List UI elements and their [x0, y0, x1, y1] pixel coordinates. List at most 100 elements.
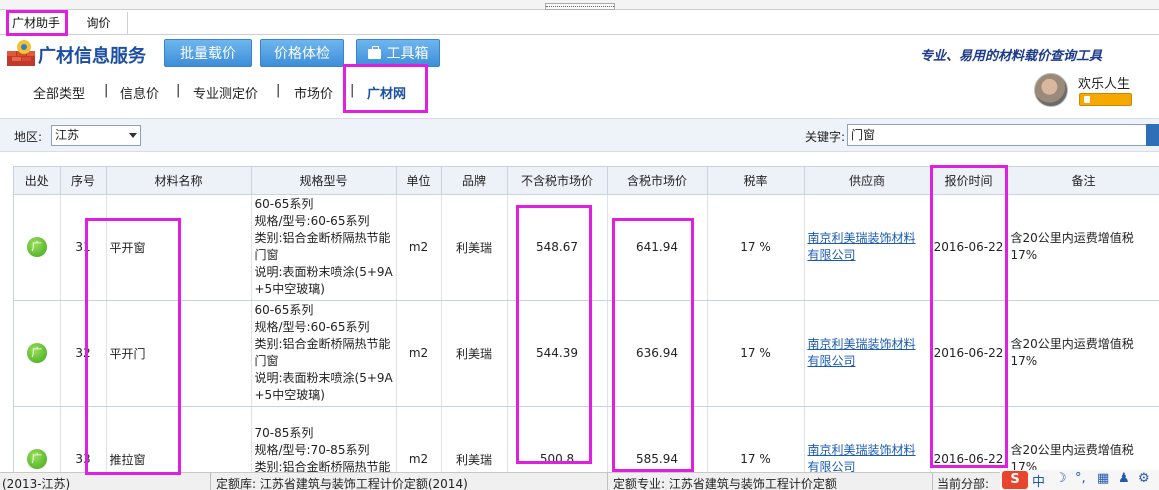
col-price-inc-tax[interactable]: 含税市场价 [607, 167, 708, 195]
table-row[interactable]: 广 33 推拉窗 70-85系列 规格/型号:70-85系列 类别:铝合金断桥隔… [14, 406, 1159, 472]
col-material-name[interactable]: 材料名称 [106, 167, 252, 195]
spec-line: 60-65系列 [254, 197, 314, 211]
supplier-link[interactable]: 南京利美瑞装饰材料 有限公司 [808, 230, 930, 264]
slogan: 专业、易用的材料载价查询工具 [920, 49, 1103, 64]
skin-icon[interactable]: ♟ [1118, 471, 1130, 486]
tab-guangcai-assistant[interactable]: 广材助手 [6, 12, 66, 34]
quote-date: 2016-06-22 [930, 194, 1008, 301]
ime-chinese-mode[interactable]: 中 [1032, 471, 1045, 490]
material-name: 平开门 [106, 300, 252, 407]
keyboard-icon[interactable]: ▦ [1097, 471, 1109, 486]
toolbox-label: 工具箱 [386, 46, 429, 62]
supplier-line: 南京利美瑞装饰材料 [807, 231, 916, 245]
col-quote-date[interactable]: 报价时间 [930, 167, 1008, 195]
nav-guangcai-net[interactable]: 广材网 [367, 83, 406, 102]
supplier-line: 有限公司 [807, 460, 856, 472]
tab-bar: 广材助手 询价 [0, 10, 1159, 35]
spec-line: +5中空玻璃) [254, 388, 325, 402]
username[interactable]: 欢乐人生 [1078, 73, 1130, 92]
status-quota-lib: 定额库: 江苏省建筑与装饰工程计价定额(2014) [216, 477, 468, 490]
source-guangcai-icon[interactable]: 广 [26, 343, 47, 363]
row-no: 33 [60, 406, 107, 472]
spec-line: 说明:表面粉末喷涂(5+9A [254, 371, 393, 385]
supplier-link[interactable]: 南京利美瑞装饰材料 有限公司 [808, 442, 930, 472]
region-label: 地区: [14, 130, 43, 144]
spec-line: 类别:铝合金断桥隔热节能 [254, 337, 391, 351]
window-top-strip [0, 0, 1159, 10]
col-tax-rate[interactable]: 税率 [707, 167, 805, 195]
spec-line: 60-65系列 [254, 303, 314, 317]
price-inc-tax: 636.94 [607, 300, 708, 407]
toolbox-button[interactable]: 工具箱 [356, 39, 440, 67]
source-guangcai-icon[interactable]: 广 [26, 449, 47, 469]
brand: 利美瑞 [441, 406, 508, 472]
tax-rate: 17 % [707, 300, 805, 407]
spec-cell: 60-65系列 规格/型号:60-65系列 类别:铝合金断桥隔热节能 门窗 说明… [251, 194, 397, 301]
spec-line: 说明:表面粉末喷涂(5+9A [254, 265, 393, 279]
note: 含20公里内运费增值税 17% [1011, 336, 1159, 370]
col-source[interactable]: 出处 [14, 167, 61, 195]
note: 含20公里内运费增值税 17% [1011, 442, 1159, 472]
supplier-line: 有限公司 [807, 248, 856, 262]
supplier-link[interactable]: 南京利美瑞装饰材料 有限公司 [808, 336, 930, 370]
nav-measured-price[interactable]: 专业测定价 [193, 83, 258, 102]
supplier-line: 南京利美瑞装饰材料 [807, 337, 916, 351]
keyword-label: 关键字: [805, 130, 846, 144]
moon-icon[interactable]: ☽ [1055, 471, 1067, 486]
nav-market-price[interactable]: 市场价 [294, 83, 333, 102]
filter-bar: 地区: 江苏 关键字: 门窗 [0, 118, 1159, 152]
sogou-logo-icon[interactable]: S [1002, 471, 1028, 489]
col-spec[interactable]: 规格型号 [251, 167, 397, 195]
col-price-ex-tax[interactable]: 不含税市场价 [507, 167, 608, 195]
nav-info-price[interactable]: 信息价 [120, 83, 159, 102]
tab-inquiry[interactable]: 询价 [70, 12, 128, 34]
table-row[interactable]: 广 32 平开门 60-65系列 规格/型号:60-65系列 类别:铝合金断桥隔… [14, 300, 1159, 407]
quote-date: 2016-06-22 [930, 300, 1008, 407]
col-no[interactable]: 序号 [60, 167, 107, 195]
col-unit[interactable]: 单位 [396, 167, 442, 195]
nav-separator: | [350, 83, 355, 98]
row-no: 32 [60, 300, 107, 407]
price-table: 出处 序号 材料名称 规格型号 单位 品牌 不含税市场价 含税市场价 税率 供应… [13, 166, 1159, 472]
col-supplier[interactable]: 供应商 [804, 167, 931, 195]
brand: 利美瑞 [441, 194, 508, 301]
spec-line: 门窗 [254, 354, 279, 368]
tax-rate: 17 % [707, 406, 805, 472]
region-select[interactable]: 江苏 [51, 125, 141, 146]
status-current-section: 当前分部: [937, 477, 990, 490]
price-inc-tax: 585.94 [607, 406, 708, 472]
quote-date: 2016-06-22 [930, 406, 1008, 472]
punctuation-icon[interactable]: °, [1075, 471, 1086, 486]
avatar[interactable] [1034, 73, 1068, 107]
keyword-input[interactable]: 门窗 [847, 124, 1149, 146]
table-header-row: 出处 序号 材料名称 规格型号 单位 品牌 不含税市场价 含税市场价 税率 供应… [14, 167, 1159, 195]
brand: 利美瑞 [441, 300, 508, 407]
nav-separator: | [176, 83, 181, 98]
table-row[interactable]: 广 31 平开窗 60-65系列 规格/型号:60-65系列 类别:铝合金断桥隔… [14, 194, 1159, 301]
col-brand[interactable]: 品牌 [441, 167, 508, 195]
app-title: 广材信息服务 [38, 46, 146, 67]
nav-all-types[interactable]: 全部类型 [33, 83, 85, 102]
tax-rate: 17 % [707, 194, 805, 301]
unit: m2 [396, 406, 442, 472]
batch-price-button[interactable]: 批量载价 [164, 39, 252, 67]
toolbox-icon [367, 46, 381, 59]
status-quota-major: 定额专业: 江苏省建筑与装饰工程计价定额 [613, 477, 837, 490]
search-button[interactable] [1146, 124, 1159, 146]
splitter-grip[interactable] [545, 3, 615, 10]
note-line: 含20公里内运费增值税 [1010, 443, 1134, 457]
col-note[interactable]: 备注 [1007, 167, 1159, 195]
unit: m2 [396, 194, 442, 301]
price-inc-tax: 641.94 [607, 194, 708, 301]
spec-line: +5中空玻璃) [254, 282, 325, 296]
spec-line: 70-85系列 [254, 426, 314, 440]
spec-line: 类别:铝合金断桥隔热节能 [254, 231, 391, 245]
note-line: 含20公里内运费增值税 [1010, 337, 1134, 351]
source-guangcai-icon[interactable]: 广 [26, 237, 47, 257]
price-check-button[interactable]: 价格体检 [260, 39, 344, 67]
spec-line: 门窗 [254, 248, 279, 262]
note-line: 17% [1010, 354, 1038, 368]
toolbox-icon[interactable]: ⚙ [1138, 471, 1150, 486]
app-header: 广材信息服务 批量载价 价格体检 工具箱 专业、易用的材料载价查询工具 全部类型… [0, 35, 1159, 118]
ime-toolbar: S 中 ☽ °, ▦ ♟ ⚙ [1000, 470, 1159, 490]
